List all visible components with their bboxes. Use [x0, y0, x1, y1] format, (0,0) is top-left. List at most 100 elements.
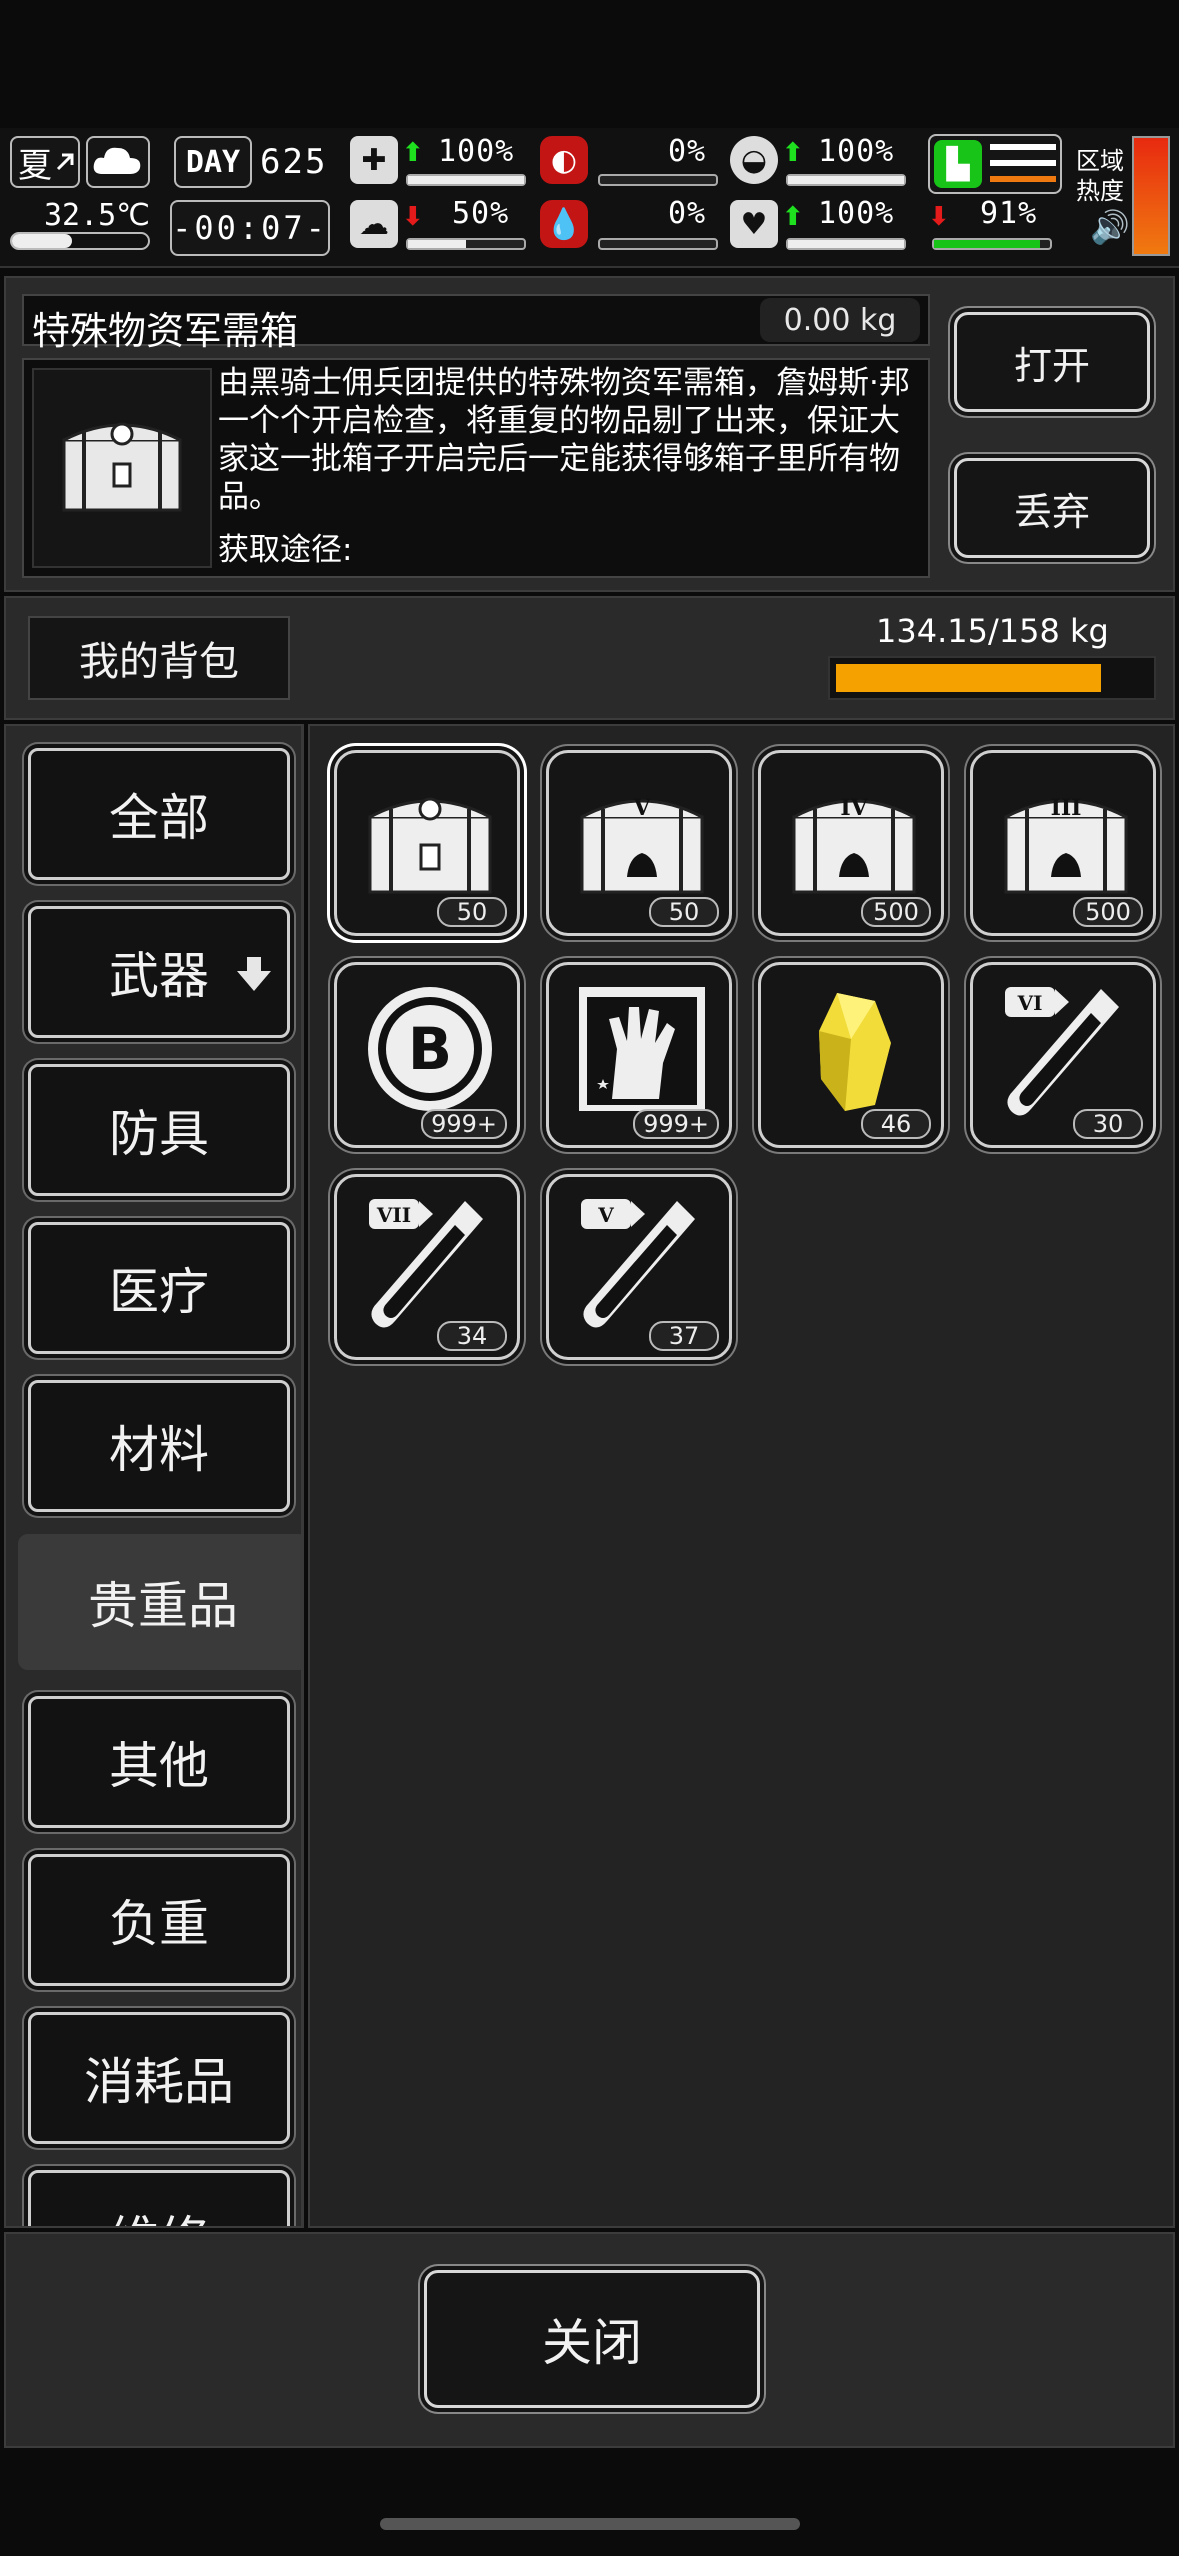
hunger-value: 0%	[668, 134, 707, 169]
item-slot[interactable]: 46	[758, 962, 944, 1148]
item-title-bar: 特殊物资军需箱 0.00 kg	[22, 294, 930, 353]
thermometer-icon	[10, 232, 150, 250]
item-slot[interactable]: III 500	[970, 750, 1156, 936]
test-tube-vi-icon: VI	[1005, 987, 1119, 1116]
arrow-down-icon	[237, 957, 271, 991]
special-supply-crate-icon	[32, 368, 212, 568]
item-count: 50	[437, 897, 507, 927]
item-slot[interactable]: VII 34	[334, 1174, 520, 1360]
item-count: 500	[861, 897, 931, 927]
speed-value: 91%	[980, 196, 1038, 231]
item-slot[interactable]: 50	[334, 750, 520, 936]
bitcoin-coin-icon: B	[368, 987, 492, 1111]
heart-icon: ♥	[730, 200, 778, 248]
my-bag-tab[interactable]: 我的背包	[28, 616, 290, 700]
discard-button[interactable]: 丢弃	[954, 458, 1150, 558]
footer-bar: 关闭	[4, 2232, 1175, 2448]
stamina-value: 100%	[818, 134, 895, 169]
coin-symbol: B	[408, 1015, 452, 1083]
item-slot[interactable]: B 999+	[334, 962, 520, 1148]
crate-tier-label: V	[632, 795, 651, 821]
supply-crate-iii-icon: III	[1004, 795, 1128, 894]
bag-weight-bar	[828, 656, 1156, 700]
trend-down-icon: ⬇	[928, 202, 950, 232]
zombie-hand-card-icon	[579, 987, 705, 1111]
mental-value: 50%	[452, 196, 510, 231]
heart-value: 100%	[818, 196, 895, 231]
season-badge: 夏	[10, 136, 80, 188]
category-load[interactable]: 负重	[28, 1854, 290, 1986]
open-button[interactable]: 打开	[954, 312, 1150, 412]
temperature-value: 32.5℃	[44, 198, 150, 233]
blood-drop-icon: 💧	[540, 200, 588, 248]
test-tube-v-icon: V	[581, 1199, 695, 1328]
category-sidebar: 全部 武器 防具 医疗 材料 贵重品 其他 负重 消耗品 维修	[4, 724, 304, 2228]
bleeding-value: 0%	[668, 196, 707, 231]
crate-tier-label: III	[1051, 795, 1082, 821]
game-clock: -00:07-	[170, 200, 330, 256]
item-count: 46	[861, 1109, 931, 1139]
trend-up-icon: ⬆	[782, 138, 804, 168]
item-detail-panel: 特殊物资军需箱 0.00 kg 由黑骑士佣兵团提供的特殊物资军需箱，詹姆斯·邦一…	[4, 276, 1175, 592]
category-weapons[interactable]: 武器	[28, 906, 290, 1038]
mental-bar	[406, 238, 526, 250]
test-tube-vii-icon: VII	[369, 1199, 483, 1328]
weather-cloud-icon	[86, 136, 150, 188]
heart-bar	[786, 238, 906, 250]
item-name: 特殊物资军需箱	[32, 309, 299, 353]
close-button[interactable]: 关闭	[424, 2270, 760, 2408]
status-bar: 夏 32.5℃ DAY 625 -00:07- ✚ ⬆ 100% ☁ ⬇ 50%…	[0, 128, 1179, 268]
pill-icon: ◒	[730, 136, 778, 184]
brain-icon: ☁	[350, 200, 398, 248]
stamina-bar	[786, 174, 906, 186]
day-label: DAY	[174, 136, 252, 188]
day-number: 625	[260, 142, 328, 182]
category-armor[interactable]: 防具	[28, 1064, 290, 1196]
category-repair[interactable]: 维修	[28, 2170, 290, 2226]
arrow-up-right-icon	[56, 153, 74, 171]
item-source-label: 获取途径:	[218, 532, 353, 568]
health-bar	[406, 174, 526, 186]
trend-up-icon: ⬆	[782, 202, 804, 232]
trend-down-icon: ⬇	[402, 202, 424, 232]
health-value: 100%	[438, 134, 515, 169]
category-all[interactable]: 全部	[28, 748, 290, 880]
category-valuables[interactable]: 贵重品	[18, 1534, 301, 1670]
item-slot[interactable]: V 50	[546, 750, 732, 936]
item-count: 999+	[421, 1109, 507, 1139]
category-materials[interactable]: 材料	[28, 1380, 290, 1512]
item-count: 999+	[633, 1109, 719, 1139]
home-indicator[interactable]	[380, 2518, 800, 2530]
category-consumables[interactable]: 消耗品	[28, 2012, 290, 2144]
zone-heat-label: 区域热度	[1076, 147, 1124, 205]
item-slot[interactable]: 999+	[546, 962, 732, 1148]
supply-crate-v-icon: V	[580, 795, 704, 894]
bleeding-bar	[598, 238, 718, 250]
item-slot[interactable]: VI 30	[970, 962, 1156, 1148]
item-count: 30	[1073, 1109, 1143, 1139]
bag-weight-fill	[836, 664, 1101, 692]
item-count: 37	[649, 1321, 719, 1351]
item-grid: 50 V 50 IV 500 III 500 B 999+ 999+ 46 VI…	[308, 724, 1175, 2228]
boot-speed-panel: ▙	[928, 134, 1062, 194]
boot-icon: ▙	[934, 140, 982, 188]
trend-up-icon: ⬆	[402, 138, 424, 168]
speaker-icon[interactable]: 🔊	[1090, 208, 1130, 246]
stomach-icon: ◐	[540, 136, 588, 184]
medkit-icon: ✚	[350, 136, 398, 184]
zone-heat-meter	[1132, 136, 1170, 256]
tube-tier-label: V	[597, 1203, 614, 1227]
supply-crate-iv-icon: IV	[792, 795, 916, 894]
tube-tier-label: VII	[376, 1203, 411, 1227]
item-description-box: 由黑骑士佣兵团提供的特殊物资军需箱，詹姆斯·邦一个个开启检查，将重复的物品剔了出…	[22, 358, 930, 578]
crate-tier-label: IV	[840, 795, 868, 821]
item-slot[interactable]: IV 500	[758, 750, 944, 936]
category-weapons-label: 武器	[109, 947, 209, 1005]
category-medical[interactable]: 医疗	[28, 1222, 290, 1354]
tube-tier-label: VI	[1017, 991, 1043, 1015]
category-other[interactable]: 其他	[28, 1696, 290, 1828]
bag-weight-text: 134.15/158 kg	[876, 612, 1109, 650]
special-supply-crate-icon	[368, 797, 492, 894]
item-count: 34	[437, 1321, 507, 1351]
item-slot[interactable]: V 37	[546, 1174, 732, 1360]
